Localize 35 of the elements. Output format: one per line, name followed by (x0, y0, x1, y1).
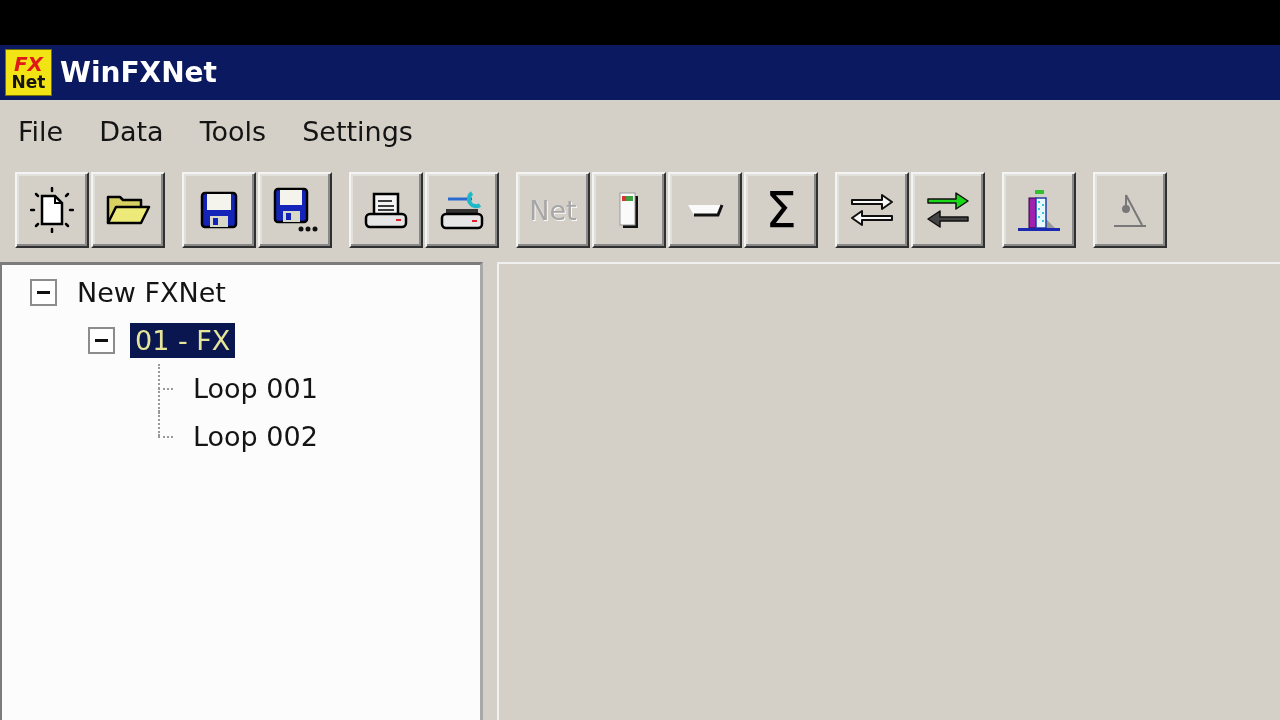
toolbar-button[interactable]: Σ (744, 172, 818, 248)
device-icon (619, 191, 639, 229)
menu-item[interactable]: Settings (284, 111, 431, 151)
toolbar-button[interactable] (258, 172, 332, 248)
toolbar-button[interactable] (592, 172, 666, 248)
printer-wrench-icon (440, 190, 484, 230)
collapse-icon[interactable] (30, 278, 57, 306)
tree-item[interactable]: 01 - FX (130, 322, 236, 358)
floppy-disk-dots-icon (272, 187, 318, 233)
menu-item[interactable]: File (0, 111, 82, 151)
tray-icon (686, 203, 724, 217)
toolbar-button[interactable] (349, 172, 423, 248)
tree-item[interactable]: New FXNet (72, 274, 231, 310)
pendulum-icon (1113, 193, 1147, 227)
new-page-icon (30, 187, 74, 233)
folder-icon (105, 195, 151, 225)
tree-item[interactable]: Loop 001 (188, 370, 323, 406)
toolbar-button[interactable] (15, 172, 89, 248)
swap-arrows-icon (927, 192, 969, 228)
toolbar-button[interactable] (425, 172, 499, 248)
collapse-icon[interactable] (88, 326, 115, 354)
app-logo: FX Net (5, 49, 52, 96)
toolbar-button[interactable] (91, 172, 165, 248)
toolbar-button[interactable] (182, 172, 256, 248)
bar-graph-icon (1018, 189, 1060, 231)
toolbar-button[interactable] (1002, 172, 1076, 248)
menu-item[interactable]: Data (81, 111, 182, 151)
tree-item[interactable]: Loop 002 (188, 418, 323, 454)
menu-item[interactable]: Tools (181, 111, 285, 151)
toolbar-button[interactable] (911, 172, 985, 248)
toolbar-button[interactable] (668, 172, 742, 248)
printer-icon (364, 191, 408, 229)
window-title: WinFXNet (60, 56, 217, 89)
swap-arrows-icon (851, 194, 893, 226)
toolbar-button[interactable] (835, 172, 909, 248)
